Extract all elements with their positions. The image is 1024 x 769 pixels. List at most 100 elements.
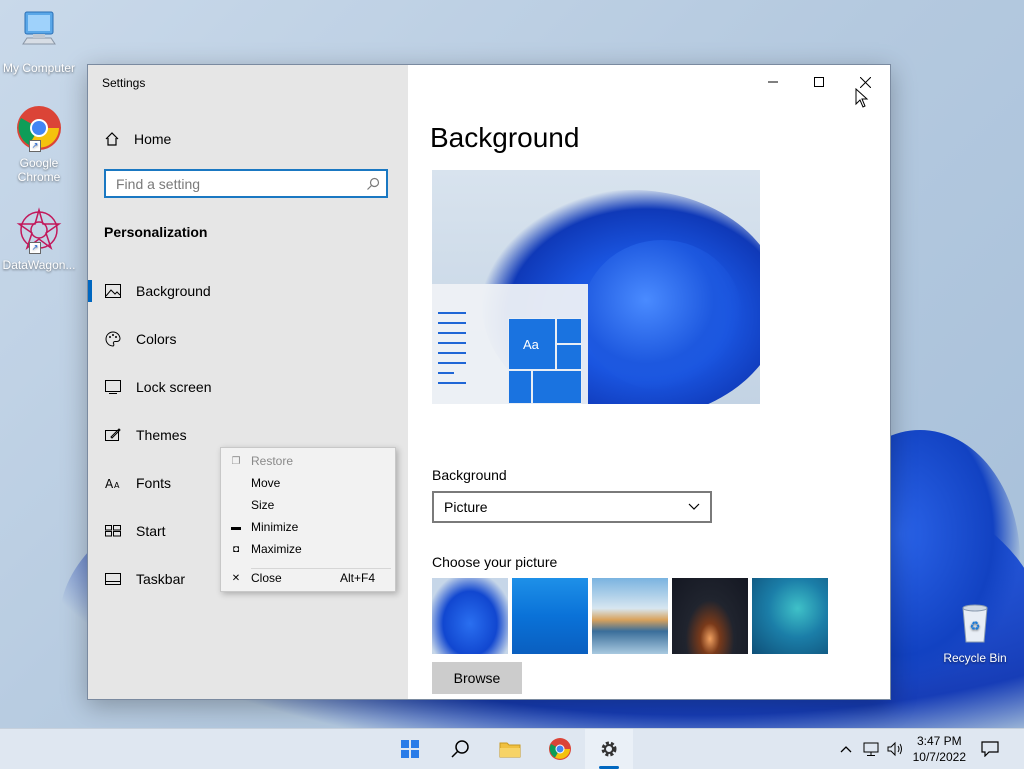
- menu-item-label: Close: [251, 571, 282, 585]
- preview-tiles: Aa: [508, 318, 582, 404]
- start-icon: [105, 523, 121, 539]
- desktop-icon-chrome[interactable]: ↗ Google Chrome: [0, 104, 78, 184]
- background-dropdown-value: Picture: [444, 499, 488, 515]
- preview-tile: [508, 370, 532, 404]
- taskbar-icon: [105, 571, 121, 587]
- desktop-icon-recycle-bin[interactable]: ♻ Recycle Bin: [936, 600, 1014, 665]
- nav-home-label: Home: [134, 131, 172, 147]
- windows-start-icon: [401, 740, 419, 758]
- settings-window: Settings Home Personalization Background: [87, 64, 891, 700]
- taskbar-file-explorer[interactable]: [490, 733, 530, 765]
- search-icon: [367, 177, 380, 190]
- network-icon: [863, 742, 879, 756]
- page-title: Background: [430, 122, 580, 153]
- nav-home[interactable]: Home: [104, 127, 171, 151]
- picture-thumbnail-bloom[interactable]: [432, 578, 508, 654]
- menu-item-maximize[interactable]: ◘ Maximize: [221, 538, 395, 560]
- mouse-cursor-icon: [855, 87, 869, 113]
- recycle-bin-icon: ♻: [936, 600, 1014, 647]
- chevron-up-icon: [840, 746, 852, 753]
- menu-item-size[interactable]: Size: [221, 494, 395, 516]
- preview-tile: [556, 318, 582, 344]
- menu-item-move[interactable]: Move: [221, 472, 395, 494]
- picture-thumbnail-night-sky[interactable]: [672, 578, 748, 654]
- section-title: Personalization: [104, 224, 208, 240]
- window-system-menu: ❐ Restore Move Size ▬ Minimize ◘ Maximiz…: [220, 447, 396, 592]
- search-box[interactable]: [104, 169, 388, 198]
- notification-icon: [981, 741, 999, 757]
- svg-text:A: A: [114, 481, 120, 490]
- background-label: Background: [432, 467, 507, 483]
- settings-sidebar: Settings Home Personalization Background: [88, 65, 408, 699]
- desktop-icon-my-computer[interactable]: My Computer: [0, 10, 78, 75]
- sidebar-item-label: Background: [136, 283, 211, 299]
- browse-button[interactable]: Browse: [432, 662, 522, 694]
- desktop-icon-label: DataWagon...: [2, 258, 76, 272]
- taskbar-settings[interactable]: [589, 733, 629, 765]
- shortcut-arrow-icon: ↗: [29, 140, 41, 152]
- clock-time: 3:47 PM: [916, 734, 962, 748]
- sidebar-item-lock-screen[interactable]: Lock screen: [88, 369, 408, 405]
- sidebar-item-background[interactable]: Background: [88, 273, 408, 309]
- sidebar-item-label: Fonts: [136, 475, 172, 491]
- desktop-icon-datawagon[interactable]: ↗ DataWagon...: [0, 206, 78, 272]
- menu-item-label: Move: [251, 476, 281, 490]
- folder-icon: [499, 742, 521, 758]
- menu-item-minimize[interactable]: ▬ Minimize: [221, 516, 395, 538]
- menu-item-close[interactable]: ✕ Close Alt+F4: [221, 567, 395, 589]
- preview-tile-text: Aa: [523, 337, 539, 352]
- clock-date: 10/7/2022: [912, 750, 966, 764]
- window-title: Settings: [102, 76, 146, 90]
- menu-item-label: Minimize: [251, 520, 299, 534]
- picture-thumbnail-windows-blue[interactable]: [512, 578, 588, 654]
- picture-thumbnail-underwater[interactable]: [752, 578, 828, 654]
- svg-text:♻: ♻: [970, 619, 981, 633]
- sidebar-item-label: Themes: [136, 427, 187, 443]
- background-preview: Aa: [432, 170, 760, 404]
- close-icon: [859, 76, 871, 88]
- maximize-button[interactable]: [796, 65, 842, 99]
- restore-icon: ❐: [231, 455, 241, 467]
- minimize-button[interactable]: [750, 65, 796, 99]
- menu-item-label: Maximize: [251, 542, 302, 556]
- datawagon-icon: ↗: [15, 206, 63, 254]
- taskbar-search-button[interactable]: [440, 733, 480, 765]
- background-dropdown[interactable]: Picture: [432, 491, 712, 523]
- themes-icon: [105, 427, 121, 443]
- maximize-icon: ◘: [232, 543, 240, 555]
- chevron-down-icon: [688, 503, 700, 510]
- minimize-icon: ▬: [231, 521, 241, 533]
- tray-volume[interactable]: [880, 733, 910, 765]
- sidebar-item-label: Taskbar: [136, 571, 186, 587]
- preview-wallpaper-highlight: [582, 240, 742, 390]
- menu-item-label: Restore: [251, 454, 294, 468]
- active-indicator: [88, 280, 92, 302]
- palette-icon: [105, 331, 121, 347]
- desktop-icon-label: My Computer: [2, 61, 76, 75]
- taskbar: 3:47 PM 10/7/2022: [0, 728, 1024, 769]
- search-input[interactable]: [106, 171, 366, 196]
- maximize-icon: [814, 77, 824, 87]
- chrome-icon: ↗: [15, 104, 63, 152]
- gear-icon: [601, 741, 617, 757]
- tray-clock[interactable]: 3:47 PM 10/7/2022: [913, 733, 966, 765]
- taskbar-start-button[interactable]: [390, 733, 430, 765]
- preview-menu-lines: [438, 312, 470, 392]
- taskbar-chrome[interactable]: [540, 733, 580, 765]
- menu-item-accelerator: Alt+F4: [339, 571, 375, 585]
- svg-text:A: A: [105, 477, 114, 490]
- preview-tile-large: Aa: [508, 318, 556, 370]
- picture-thumbnails: [432, 578, 828, 654]
- notifications-button[interactable]: [972, 733, 1008, 765]
- choose-picture-label: Choose your picture: [432, 554, 558, 570]
- speaker-icon: [887, 741, 902, 757]
- chrome-icon: [549, 738, 571, 760]
- close-icon: ✕: [231, 572, 241, 584]
- search-icon: [451, 740, 469, 758]
- sidebar-item-colors[interactable]: Colors: [88, 321, 408, 357]
- picture-thumbnail-beach[interactable]: [592, 578, 668, 654]
- settings-content: Background Aa Background Picture Choose …: [408, 65, 890, 699]
- lock-screen-icon: [105, 379, 121, 395]
- computer-icon: [0, 10, 78, 57]
- menu-item-restore[interactable]: ❐ Restore: [221, 450, 395, 472]
